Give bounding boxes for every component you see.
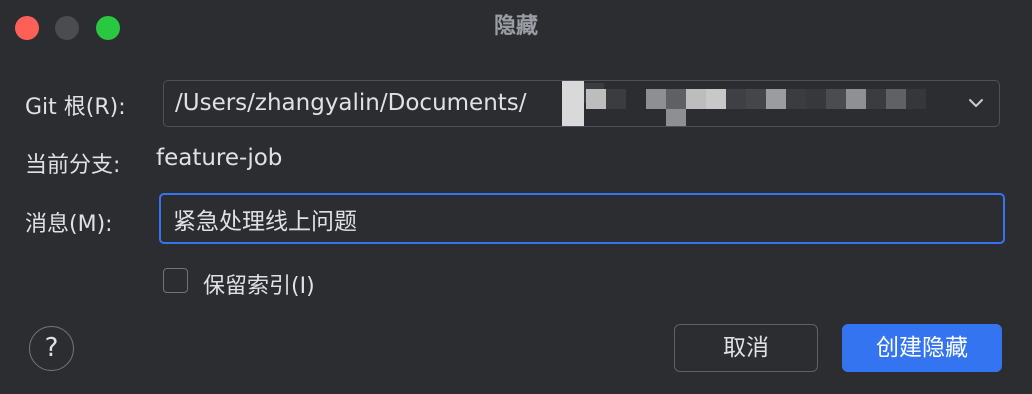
- git-root-value: /Users/zhangyalin/Documents/: [175, 90, 527, 116]
- branch-label: 当前分支:: [25, 153, 121, 178]
- message-label: 消息(M):: [25, 212, 113, 237]
- close-window-button[interactable]: [15, 16, 39, 40]
- stash-dialog: 隐藏 Git 根(R): /Users/zhangyalin/Documents…: [0, 0, 1032, 394]
- git-root-label: Git 根(R):: [25, 95, 126, 120]
- keep-index-label[interactable]: 保留索引(I): [203, 268, 315, 300]
- message-input[interactable]: [159, 193, 1005, 244]
- branch-value: feature-job: [156, 145, 283, 171]
- dialog-title: 隐藏: [493, 14, 538, 39]
- redacted-path: [562, 81, 932, 126]
- keep-index-checkbox[interactable]: [163, 268, 188, 293]
- create-stash-button[interactable]: 创建隐藏: [842, 324, 1002, 372]
- title-bar: 隐藏: [0, 0, 1032, 54]
- help-icon[interactable]: ?: [29, 326, 74, 371]
- git-root-combobox[interactable]: /Users/zhangyalin/Documents/: [163, 80, 1000, 127]
- zoom-window-button[interactable]: [96, 16, 120, 40]
- chevron-down-icon[interactable]: [967, 94, 985, 112]
- minimize-window-button[interactable]: [55, 16, 79, 40]
- cancel-button[interactable]: 取消: [674, 324, 818, 372]
